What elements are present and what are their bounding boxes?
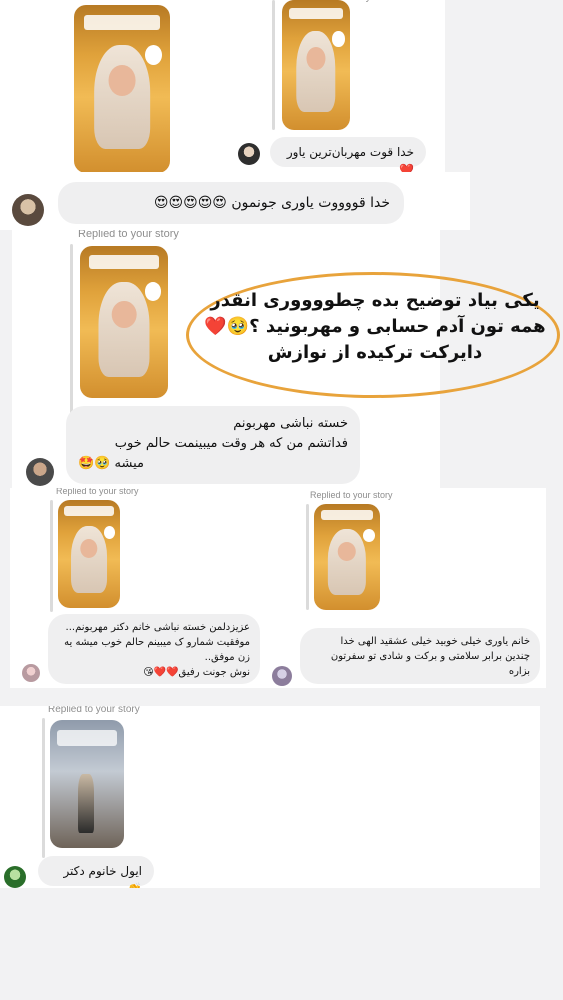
dm-panel-1: Replied to your story خدا قوت مهربان‌تری… [0,0,445,172]
sender-avatar[interactable] [26,458,54,486]
message-bubble[interactable]: ایول خانوم دکتر👏 [38,856,154,888]
story-sticker [103,525,116,539]
story-caption [57,730,117,746]
story-sticker [145,282,161,301]
callout-line: همه تون آدم حسابی و مهربونید ؟🥹❤️ [204,316,546,337]
message-line: میشه 🥹🤩 [78,456,144,471]
story-person [98,282,150,377]
story-face [111,300,137,329]
message-line: خسته نباشی مهربونم [233,416,348,431]
message-line: خانم یاوری خیلی خوبید خیلی عشقید الهی خد… [340,636,530,647]
reply-bar [306,504,309,610]
reply-bar [272,0,275,130]
message-bubble[interactable]: خسته نباشی مهربونم فداتشم من که هر وقت م… [66,406,360,484]
story-caption [88,255,160,269]
callout-line: یکی بیاد توضیح بده چطووووری انقدر [210,290,540,311]
story-person [327,529,367,596]
story-sticker [145,45,163,66]
story-thumbnail[interactable] [314,504,380,610]
callout-text: یکی بیاد توضیح بده چطووووری انقدر همه تو… [196,288,554,366]
message-line: چندین برابر سلامتی و برکت و شادی تو سفرت… [330,651,530,662]
message-bubble[interactable]: خدا قوت مهربان‌ترین یاور❤️ [270,137,426,172]
sender-avatar[interactable] [22,664,40,682]
story-thumbnail[interactable] [50,720,124,848]
sender-avatar[interactable] [4,866,26,888]
story-thumbnail[interactable] [58,500,120,608]
dm-panel-5: Replied to your story خانم یاوری خیلی خو… [272,488,546,688]
replied-label: Replied to your story [56,488,139,496]
message-line: فداتشم من که هر وقت میبینمت حالم خوب [114,436,348,451]
story-thumbnail[interactable] [282,0,350,130]
message-line: بزاره [508,666,530,677]
replied-label: Replied to your story [310,490,393,500]
message-line: موفقیت شمارو ک میبینم حالم خوب میشه یه [64,637,250,648]
dm-panel-2: خدا قووووت یاوری جونمون 😍😍😍😍😍 [0,172,470,230]
replied-label: Replied to your story [78,230,179,240]
replied-label: Replied to your story [48,706,140,715]
message-bubble[interactable]: عزیزدلمن خسته نباشی خانم دکتر مهربونم...… [48,614,260,684]
story-caption [83,15,161,31]
story-caption [64,506,114,517]
story-person [78,773,95,833]
story-thumbnail[interactable] [80,246,168,398]
sender-avatar[interactable] [238,143,260,165]
story-person [71,525,107,593]
story-caption [320,510,374,520]
story-thumbnail-large[interactable] [74,5,170,173]
story-face [108,65,136,96]
story-sticker [332,31,345,47]
message-line: عزیزدلمن خسته نباشی خانم دکتر مهربونم... [65,622,250,633]
story-caption [288,7,344,20]
message-bubble[interactable]: خانم یاوری خیلی خوبید خیلی عشقید الهی خد… [300,628,540,684]
dm-panel-6: Replied to your story ایول خانوم دکتر👏 [0,706,540,888]
message-line: زن موفق.. [204,652,250,663]
sender-avatar[interactable] [12,194,44,226]
dm-panel-4: Replied to your story عزیزدلمن خسته نباش… [10,488,272,688]
sender-avatar[interactable] [272,666,292,686]
message-bubble[interactable]: خدا قووووت یاوری جونمون 😍😍😍😍😍 [58,182,404,224]
story-sticker [362,529,375,543]
callout-line: دایرکت ترکیده از نوازش [267,342,483,363]
message-line: نوش جونت رفیق❤️❤️😘 [143,667,250,678]
reply-bar [42,718,45,858]
story-person [296,31,336,112]
reply-bar [50,500,53,612]
reply-bar [70,244,73,414]
story-person [94,45,150,150]
